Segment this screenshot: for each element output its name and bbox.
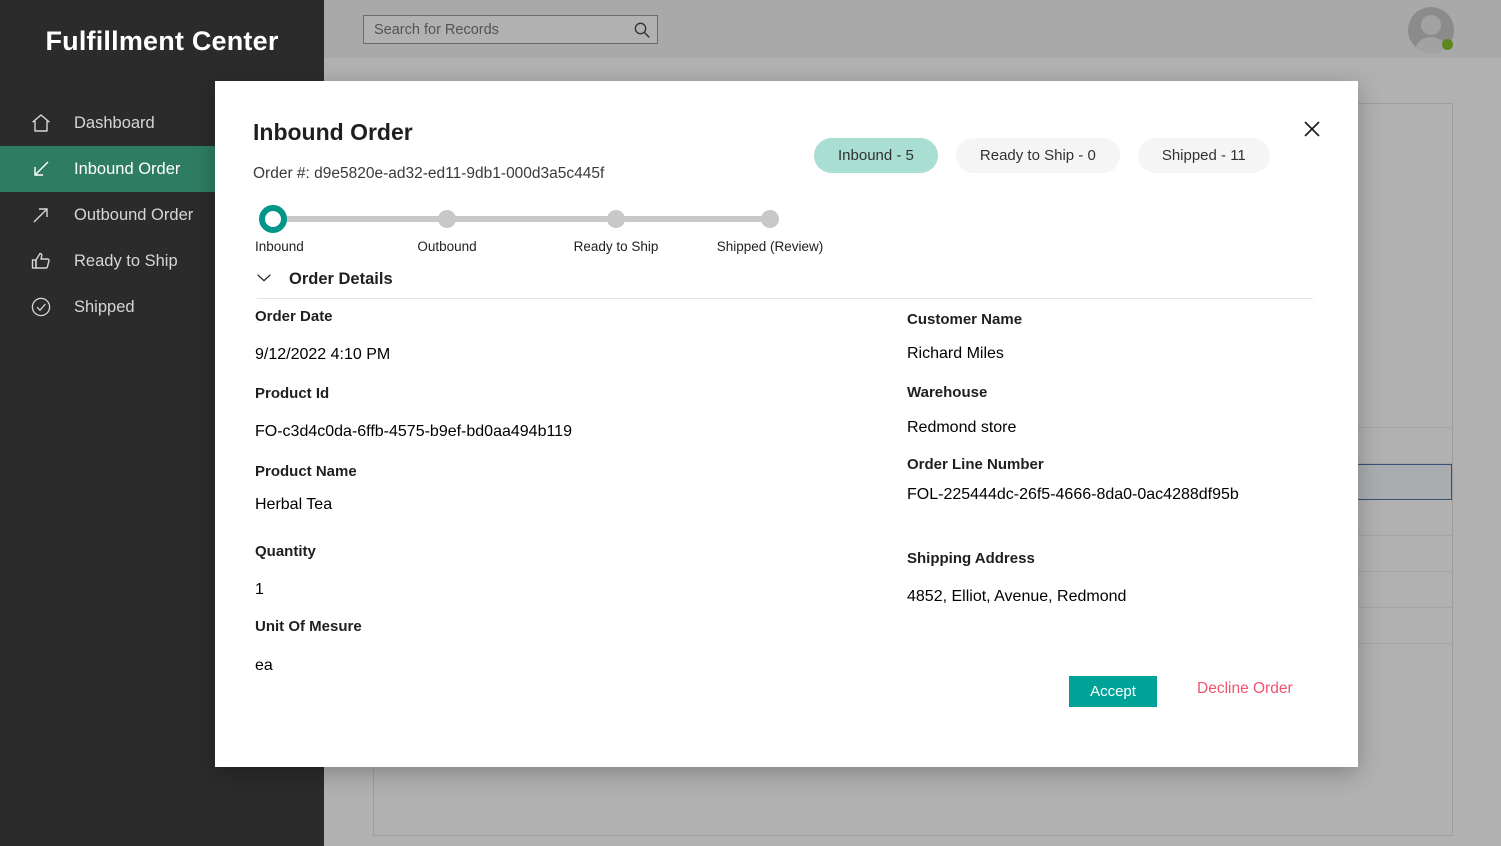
field-customer-name: Customer Name [907,311,1022,328]
thumbs-up-icon [26,246,56,276]
field-label: Order Line Number [907,456,1044,473]
stepper-label: Outbound [417,239,477,254]
modal-title: Inbound Order [253,119,413,145]
tab-inbound[interactable]: Inbound - 5 [814,138,938,173]
sidebar-item-label: Dashboard [74,113,155,132]
order-progress-stepper: Inbound Outbound Ready to Ship Shipped (… [253,203,823,263]
chevron-down-icon[interactable] [253,266,275,293]
field-product-id-value: FO-c3d4c0da-6ffb-4575-b9ef-bd0aa494b119 [255,423,572,440]
arrow-outbound-icon [26,200,56,230]
field-label: Warehouse [907,384,988,401]
stepper-dot [438,210,456,228]
sidebar-item-label: Shipped [74,297,135,316]
field-label: Quantity [255,543,316,560]
stepper-dot [761,210,779,228]
field-product-name-value: Herbal Tea [255,496,333,513]
field-quantity: Quantity [255,543,316,560]
stepper-dot [607,210,625,228]
field-order-line-number-value: FOL-225444dc-26f5-4666-8da0-0ac4288df95b [907,486,1239,503]
sidebar-item-label: Outbound Order [74,205,194,224]
field-product-name: Product Name [255,463,357,480]
stepper-label: Shipped (Review) [716,239,824,254]
order-details-section-header[interactable]: Order Details [253,266,393,293]
field-label: Product Id [255,385,330,402]
field-label: Shipping Address [907,550,1035,567]
tab-shipped[interactable]: Shipped - 11 [1137,138,1270,173]
home-icon [26,108,56,138]
field-label: Order Date [255,308,333,325]
field-order-date: Order Date [255,308,333,325]
field-warehouse: Warehouse [907,384,987,401]
sidebar-item-label: Ready to Ship [74,251,178,270]
field-shipping-address: Shipping Address [907,550,1035,567]
section-title: Order Details [289,270,393,288]
arrow-inbound-icon [26,154,56,184]
stepper-dot [259,205,287,233]
field-label: Unit Of Mesure [255,618,362,635]
field-unit-of-measure-value: ea [255,657,273,674]
close-icon[interactable] [1299,116,1325,142]
tab-ready-to-ship[interactable]: Ready to Ship - 0 [955,138,1120,173]
field-product-id: Product Id [255,385,329,402]
status-tabs: Inbound - 5 Ready to Ship - 0 Shipped - … [814,138,1270,173]
app-root: Fulfillment Center Dashboard Inbound [0,0,1501,846]
inbound-order-modal: Inbound Order Order #: d9e5820e-ad32-ed1… [215,81,1358,767]
field-warehouse-value: Redmond store [907,419,1017,436]
field-customer-name-value: Richard Miles [907,345,1004,362]
modal-actions: Accept Decline Order [215,676,1358,716]
page-title: Fulfillment Center [45,25,279,56]
field-label: Customer Name [907,311,1023,328]
stepper-label: Ready to Ship [573,239,659,254]
section-divider [257,298,1313,299]
stepper-label: Inbound [255,239,304,254]
check-circle-icon [26,292,56,322]
field-shipping-address-value: 4852, Elliot, Avenue, Redmond [907,588,1127,605]
field-order-date-value: 9/12/2022 4:10 PM [255,346,391,363]
accept-button[interactable]: Accept [1069,676,1157,707]
field-quantity-value: 1 [255,581,264,598]
field-unit-of-measure: Unit Of Mesure [255,618,362,635]
field-label: Product Name [255,463,357,480]
decline-order-button[interactable]: Decline Order [1197,680,1293,698]
order-number: Order #: d9e5820e-ad32-ed11-9db1-000d3a5… [253,165,605,182]
stepper-track [273,216,770,222]
field-order-line-number: Order Line Number [907,456,1044,473]
sidebar-item-label: Inbound Order [74,159,181,178]
